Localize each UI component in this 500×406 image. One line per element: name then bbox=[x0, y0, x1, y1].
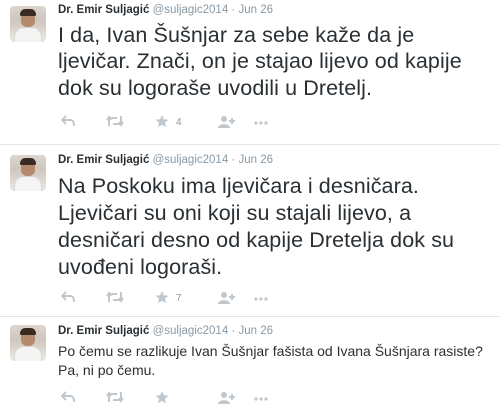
tweet-text-line: uvođeni logoraši. bbox=[58, 255, 223, 279]
favorite-count: 7 bbox=[176, 293, 182, 304]
reply-icon[interactable] bbox=[61, 291, 75, 305]
tweet-3[interactable]: Dr. Emir Suljagić @suljagic2014 · Jun 26… bbox=[0, 317, 500, 406]
more-dots-icon[interactable] bbox=[254, 391, 268, 405]
author-handle[interactable]: @suljagic2014 bbox=[153, 325, 229, 337]
tweet-text-line: I da, Ivan Šušnjar za sebe kaže da je bbox=[58, 23, 415, 47]
timestamp[interactable]: Jun 26 bbox=[238, 154, 273, 166]
favorite-star-icon[interactable] bbox=[155, 291, 169, 305]
follow-person-icon[interactable] bbox=[218, 391, 236, 405]
tweet-text-line: Ljevičari su oni koji su stajali lijevo,… bbox=[58, 201, 412, 225]
follow-person-icon[interactable] bbox=[218, 291, 236, 305]
tweet-text-line: Pa, ni po čemu. bbox=[58, 362, 156, 378]
timestamp[interactable]: Jun 26 bbox=[238, 4, 273, 16]
tweet-text-line: dok su logoraše uvodili u Dretelj. bbox=[58, 76, 373, 100]
tweet-text-line: ljevičar. Znači, on je stajao lijevo od … bbox=[58, 49, 462, 73]
favorite-star-icon[interactable] bbox=[155, 115, 169, 129]
avatar[interactable] bbox=[10, 6, 46, 42]
more-dots-icon[interactable] bbox=[254, 291, 268, 305]
author-name[interactable]: Dr. Emir Suljagić bbox=[58, 4, 149, 16]
tweet-1[interactable]: Dr. Emir Suljagić @suljagic2014 · Jun 26… bbox=[0, 0, 500, 145]
author-name[interactable]: Dr. Emir Suljagić bbox=[58, 325, 149, 337]
separator-dot: · bbox=[231, 325, 236, 337]
author-handle[interactable]: @suljagic2014 bbox=[153, 4, 229, 16]
tweet-2[interactable]: Dr. Emir Suljagić @suljagic2014 · Jun 26… bbox=[0, 145, 500, 317]
author-name[interactable]: Dr. Emir Suljagić bbox=[58, 154, 149, 166]
retweet-icon[interactable] bbox=[106, 291, 124, 305]
tweet-text-line: Na Poskoku ima ljevičara i desničara. bbox=[58, 174, 419, 198]
tweet-header: Dr. Emir Suljagić @suljagic2014 · Jun 26 bbox=[58, 154, 273, 166]
author-handle[interactable]: @suljagic2014 bbox=[153, 154, 229, 166]
tweet-text-line: desničari desno od kapije Dretelja dok s… bbox=[58, 228, 455, 252]
favorite-star-icon[interactable] bbox=[155, 391, 169, 405]
tweet-header: Dr. Emir Suljagić @suljagic2014 · Jun 26 bbox=[58, 325, 273, 337]
tweet-actions: 7 bbox=[58, 291, 268, 305]
tweet-actions bbox=[58, 391, 268, 405]
reply-icon[interactable] bbox=[61, 115, 75, 129]
tweet-header: Dr. Emir Suljagić @suljagic2014 · Jun 26 bbox=[58, 4, 273, 16]
follow-person-icon[interactable] bbox=[218, 115, 236, 129]
separator-dot: · bbox=[231, 154, 236, 166]
retweet-icon[interactable] bbox=[106, 391, 124, 405]
tweet-actions: 4 bbox=[58, 115, 268, 129]
avatar[interactable] bbox=[10, 155, 46, 191]
avatar[interactable] bbox=[10, 325, 46, 361]
separator-dot: · bbox=[231, 4, 236, 16]
more-dots-icon[interactable] bbox=[254, 115, 268, 129]
favorite-count: 4 bbox=[176, 117, 182, 128]
timestamp[interactable]: Jun 26 bbox=[238, 325, 273, 337]
tweet-text-line: Po čemu se razlikuje Ivan Šušnjar fašist… bbox=[58, 343, 483, 359]
reply-icon[interactable] bbox=[61, 391, 75, 405]
retweet-icon[interactable] bbox=[106, 115, 124, 129]
